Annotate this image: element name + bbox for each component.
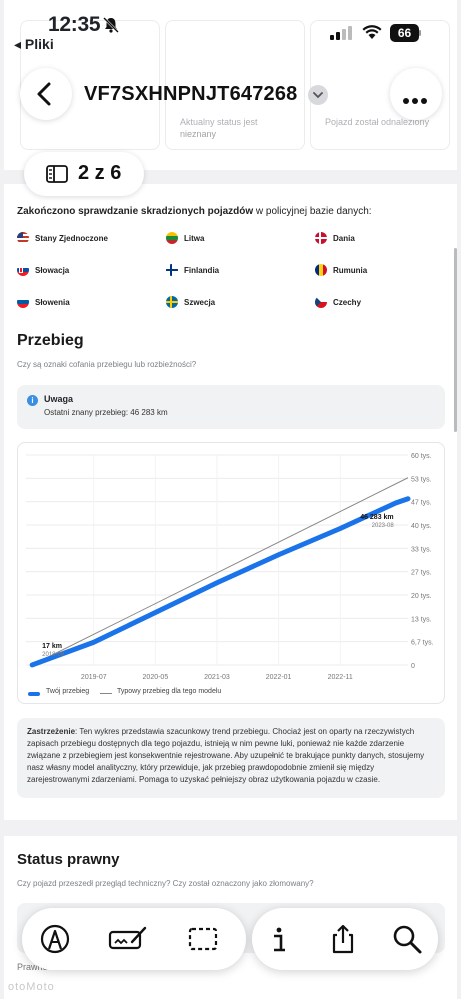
country-name: Słowenia [35,298,70,307]
back-button[interactable] [20,68,72,120]
y-tick-label: 33 tys. [411,546,432,553]
country-name: Czechy [333,298,362,307]
y-tick-label: 47 tys. [411,500,432,507]
annotation-value: 17 km [42,643,62,650]
us-flag-icon [17,232,29,244]
si-flag-icon [17,296,29,308]
x-tick-label: 2022-11 [328,674,353,681]
search-icon[interactable] [390,922,424,956]
your-mileage-line [29,496,411,668]
watermark: otoMoto [8,981,55,993]
select-icon[interactable] [186,922,220,956]
document-title-button[interactable]: VF7SXHNPNJT647268 [74,74,336,118]
share-icon[interactable] [326,922,360,956]
ellipsis-icon [403,91,430,109]
x-tick-label: 2019-07 [81,674,107,681]
x-tick-label: 2022-01 [266,674,292,681]
cz-flag-icon [315,296,327,308]
chevron-down-icon [308,85,328,105]
sidebar-pages-icon [46,165,68,183]
lt-flag-icon [166,232,178,244]
alert-title: Uwaga [44,394,74,404]
mileage-chart-plot: 0 6,7 tys. 13 tys. 20 tys. 27 tys. 33 tys. 40 … [26,453,434,681]
disclaimer-bold: Zastrzeżenie [27,727,76,736]
legend-label: Twój przebieg [46,688,90,695]
disclaimer-text: : Ten wykres przedstawia szacunkowy tren… [27,727,425,784]
status-bar: 12:35 ◂ Pliki 66 [0,0,461,58]
country-name: Szwecja [184,298,216,307]
page-count: 2 z 6 [78,162,122,184]
clock: 12:35 [48,13,101,36]
markup-icon[interactable] [38,922,72,956]
page-indicator-button[interactable]: 2 z 6 [24,152,144,196]
section-subtitle: Czy są oznaki cofania przebiegu lub rozb… [17,360,197,369]
fi-flag-icon [166,264,178,276]
section-subtitle: Czy pojazd przeszedł przegląd techniczny… [17,879,314,888]
annotation-date: 2018-09 [42,652,65,658]
back-to-files-link[interactable]: ◂ Pliki [14,36,54,53]
se-flag-icon [166,296,178,308]
mileage-chart: 0 6,7 tys. 13 tys. 20 tys. 27 tys. 33 tys. 40 … [17,442,445,704]
stolen-check-title-bold: Zakończono sprawdzanie skradzionych poja… [17,206,254,217]
battery-icon: 66 [390,24,422,42]
scrollbar[interactable] [454,248,457,432]
mileage-disclaimer: Zastrzeżenie: Ten wykres przedstawia sza… [17,718,445,798]
summary-card-value: nieznany [180,129,217,139]
annotation-date: 2023-08 [372,523,395,529]
more-options-button[interactable] [390,68,442,120]
signal-icon [330,26,352,40]
country-name: Stany Zjednoczone [35,234,108,243]
sk-flag-icon [17,264,29,276]
info-circle-icon: i [27,395,38,406]
chevron-left-icon [37,82,51,106]
y-tick-label: 0 [411,663,415,670]
country-name: Dania [333,234,355,243]
x-tick-label: 2020-05 [143,674,169,681]
y-tick-label: 13 tys. [411,616,432,623]
x-tick-label: 2021-03 [204,674,230,681]
stolen-check-title-rest: w policyjnej bazie danych: [253,206,372,217]
country-name: Litwa [184,234,205,243]
document-toolbar [252,908,438,970]
y-tick-label: 20 tys. [411,593,432,600]
legend-label: Typowy przebieg dla tego modelu [117,688,222,695]
alert-text: Ostatni znany przebieg: 46 283 km [44,408,168,417]
ro-flag-icon [315,264,327,276]
section-title: Status prawny [17,851,120,868]
y-tick-label: 6,7 tys. [411,640,434,647]
battery-level: 66 [397,26,412,40]
y-tick-label: 53 tys. [411,476,432,483]
mileage-alert: i Uwaga Ostatni znany przebieg: 46 283 k… [17,385,445,429]
y-tick-label: 40 tys. [411,523,432,530]
country-name: Rumunia [333,266,368,275]
section-title: Przebieg [17,332,84,349]
dk-flag-icon [315,232,327,244]
bell-muted-icon [103,17,119,33]
signature-icon[interactable] [108,922,148,956]
country-name: Finlandia [184,266,220,275]
info-icon[interactable] [262,922,296,956]
annotation-value: 46 283 km [360,514,393,521]
summary-card-label: Aktualny status jest [180,117,258,127]
markup-toolbar [22,908,246,970]
legend-swatch-your-mileage [28,692,40,696]
vin-title: VF7SXHNPNJT647268 [84,83,298,105]
section-divider [4,820,457,836]
legend-swatch-typical-mileage [100,693,112,694]
y-tick-label: 27 tys. [411,570,432,577]
stolen-check-title: Zakończono sprawdzanie skradzionych poja… [17,206,372,217]
wifi-icon [362,25,382,39]
y-tick-label: 60 tys. [411,453,432,460]
country-name: Słowacja [35,266,70,275]
